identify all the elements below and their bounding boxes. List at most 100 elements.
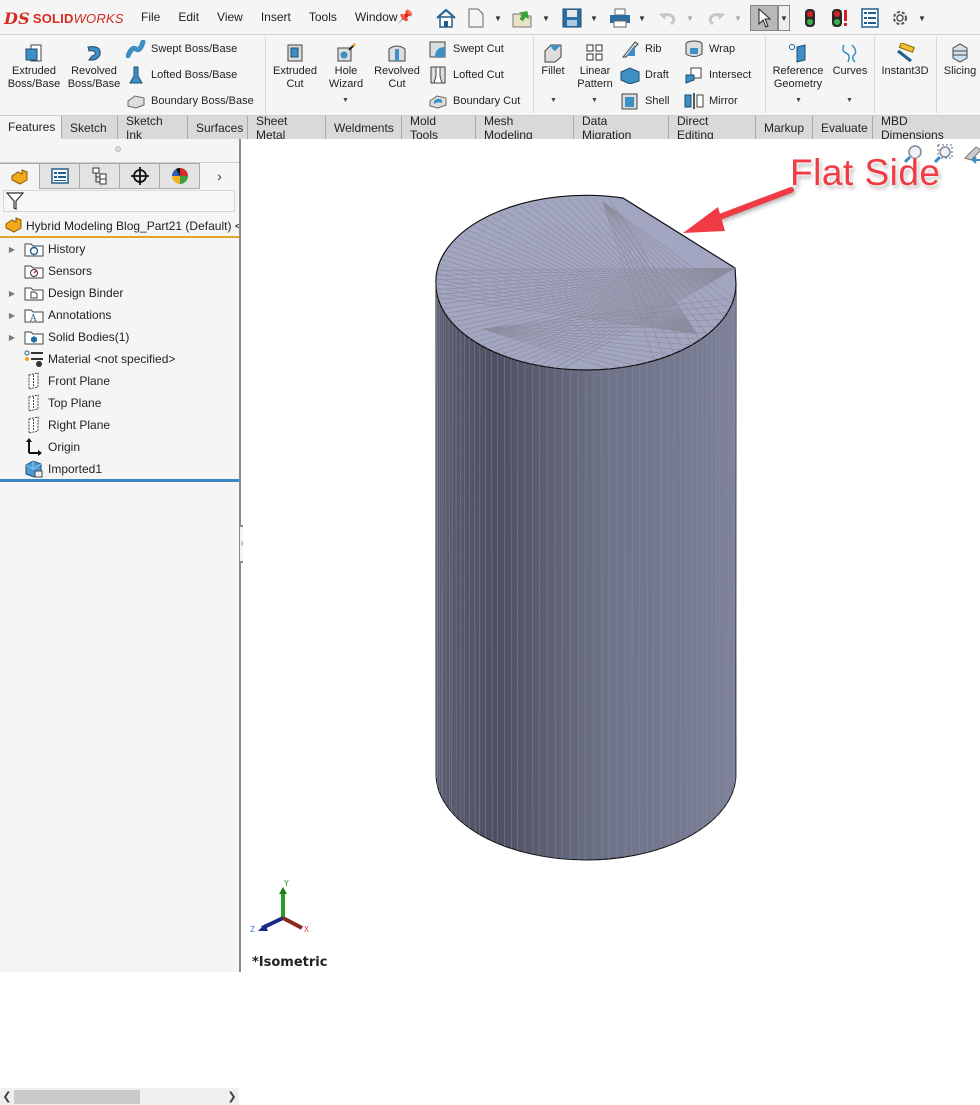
options-gear-icon[interactable] bbox=[886, 5, 914, 31]
scroll-thumb[interactable] bbox=[14, 1089, 140, 1104]
new-document-icon[interactable] bbox=[462, 5, 490, 31]
slicing-button[interactable]: Slicing bbox=[940, 41, 980, 78]
fillet-button[interactable]: Fillet bbox=[537, 41, 569, 78]
tree-item-origin[interactable]: Origin bbox=[0, 436, 239, 458]
boundary-boss-base-button[interactable]: Boundary Boss/Base bbox=[126, 91, 254, 111]
select-dropdown-arrow[interactable]: ▼ bbox=[778, 5, 790, 31]
tree-item-solid-bodies-1[interactable]: ▶ Solid Bodies(1) bbox=[0, 326, 239, 348]
tree-item-sensors[interactable]: Sensors bbox=[0, 260, 239, 282]
tab-sketch[interactable]: Sketch bbox=[62, 116, 118, 139]
options-dropdown-arrow[interactable]: ▼ bbox=[916, 14, 928, 23]
rebuild-icon[interactable] bbox=[796, 5, 824, 31]
fillet-dropdown-arrow[interactable]: ▼ bbox=[550, 97, 557, 104]
tree-filter-input[interactable] bbox=[3, 190, 235, 212]
expand-arrow-icon[interactable]: ▶ bbox=[0, 333, 24, 342]
tab-features[interactable]: Features bbox=[0, 116, 62, 139]
open-icon[interactable] bbox=[510, 5, 538, 31]
revolved-cut-button[interactable]: Revolved Cut bbox=[372, 41, 422, 91]
tree-item-annotations[interactable]: ▶ A Annotations bbox=[0, 304, 239, 326]
revolved-boss-base-button[interactable]: Revolved Boss/Base bbox=[68, 41, 120, 91]
lofted-boss-base-button[interactable]: Lofted Boss/Base bbox=[126, 65, 237, 85]
flat-top-face[interactable] bbox=[435, 194, 737, 371]
linear-pattern-button[interactable]: Linear Pattern bbox=[573, 41, 617, 91]
tab-mold-tools[interactable]: Mold Tools bbox=[402, 114, 476, 142]
tab-weldments[interactable]: Weldments bbox=[326, 116, 402, 139]
rollback-bar[interactable] bbox=[0, 479, 239, 482]
horizontal-scrollbar[interactable]: ❮ ❯ bbox=[0, 1088, 239, 1105]
panel-grip-handle[interactable] bbox=[115, 146, 121, 152]
menu-file[interactable]: File bbox=[141, 10, 160, 24]
tree-root-part[interactable]: Hybrid Modeling Blog_Part21 (Default) < bbox=[0, 216, 239, 238]
draft-button[interactable]: Draft bbox=[620, 65, 669, 85]
rebuild-all-icon[interactable] bbox=[826, 5, 854, 31]
swept-boss-base-button[interactable]: Swept Boss/Base bbox=[126, 39, 237, 59]
expand-arrow-icon[interactable]: ▶ bbox=[0, 245, 24, 254]
chevron-right-icon[interactable]: › bbox=[200, 163, 239, 189]
redo-icon[interactable] bbox=[702, 5, 730, 31]
model-view[interactable] bbox=[243, 139, 980, 972]
shell-button[interactable]: Shell bbox=[620, 91, 669, 111]
save-icon[interactable] bbox=[558, 5, 586, 31]
tree-item-history[interactable]: ▶ History bbox=[0, 238, 239, 260]
feature-manager-tab[interactable] bbox=[0, 163, 40, 189]
wrap-button[interactable]: Wrap bbox=[684, 39, 735, 59]
graphics-viewport[interactable]: Y Z X *Isometric bbox=[243, 139, 980, 972]
previous-view-icon[interactable] bbox=[962, 144, 980, 164]
file-properties-icon[interactable] bbox=[856, 5, 884, 31]
home-icon[interactable] bbox=[432, 5, 460, 31]
rib-button[interactable]: Rib bbox=[620, 39, 662, 59]
pin-icon[interactable]: 📌 bbox=[397, 9, 413, 25]
display-manager-tab[interactable] bbox=[160, 163, 200, 189]
tab-sheet-metal[interactable]: Sheet Metal bbox=[248, 114, 326, 142]
menu-insert[interactable]: Insert bbox=[261, 10, 291, 24]
curves-button[interactable]: Curves bbox=[830, 41, 870, 78]
redo-dropdown-arrow[interactable]: ▼ bbox=[732, 14, 744, 23]
save-dropdown-arrow[interactable]: ▼ bbox=[588, 14, 600, 23]
tab-surfaces[interactable]: Surfaces bbox=[188, 116, 248, 139]
new-dropdown-arrow[interactable]: ▼ bbox=[492, 14, 504, 23]
tab-markup[interactable]: Markup bbox=[756, 116, 813, 139]
expand-arrow-icon[interactable]: ▶ bbox=[0, 311, 24, 320]
lofted-cut-button[interactable]: Lofted Cut bbox=[428, 65, 504, 85]
print-icon[interactable] bbox=[606, 5, 634, 31]
intersect-button[interactable]: Intersect bbox=[684, 65, 751, 85]
tab-direct-editing[interactable]: Direct Editing bbox=[669, 114, 756, 142]
tab-evaluate[interactable]: Evaluate bbox=[813, 116, 873, 139]
dimxpert-manager-tab[interactable] bbox=[120, 163, 160, 189]
swept-cut-button[interactable]: Swept Cut bbox=[428, 39, 504, 59]
scroll-left-icon[interactable]: ❮ bbox=[0, 1090, 14, 1103]
expand-arrow-icon[interactable]: ▶ bbox=[0, 289, 24, 298]
tree-item-design-binder[interactable]: ▶ Design Binder bbox=[0, 282, 239, 304]
tab-sketch-ink[interactable]: Sketch Ink bbox=[118, 114, 188, 142]
configuration-manager-tab[interactable] bbox=[80, 163, 120, 189]
menu-window[interactable]: Window bbox=[355, 10, 398, 24]
scroll-right-icon[interactable]: ❯ bbox=[225, 1090, 239, 1103]
reference-geometry-dropdown-arrow[interactable]: ▼ bbox=[795, 97, 802, 104]
tab-data-migration[interactable]: Data Migration bbox=[574, 114, 669, 142]
hole-wizard-dropdown-arrow[interactable]: ▼ bbox=[342, 97, 349, 104]
tree-item-front-plane[interactable]: Front Plane bbox=[0, 370, 239, 392]
tree-item-right-plane[interactable]: Right Plane bbox=[0, 414, 239, 436]
menu-edit[interactable]: Edit bbox=[178, 10, 199, 24]
mirror-button[interactable]: Mirror bbox=[684, 91, 738, 111]
tree-item-top-plane[interactable]: Top Plane bbox=[0, 392, 239, 414]
tree-item-material-not-specified[interactable]: Material <not specified> bbox=[0, 348, 239, 370]
extruded-cut-button[interactable]: Extruded Cut bbox=[270, 41, 320, 91]
reference-geometry-button[interactable]: Reference Geometry bbox=[770, 41, 826, 91]
menu-tools[interactable]: Tools bbox=[309, 10, 337, 24]
undo-dropdown-arrow[interactable]: ▼ bbox=[684, 14, 696, 23]
extruded-boss-base-button[interactable]: Extruded Boss/Base bbox=[8, 41, 60, 91]
tree-item-imported1[interactable]: Imported1 bbox=[0, 458, 239, 480]
undo-icon[interactable] bbox=[654, 5, 682, 31]
curves-dropdown-arrow[interactable]: ▼ bbox=[846, 97, 853, 104]
print-dropdown-arrow[interactable]: ▼ bbox=[636, 14, 648, 23]
select-cursor-icon[interactable] bbox=[750, 5, 778, 31]
tab-mesh-modeling[interactable]: Mesh Modeling bbox=[476, 114, 574, 142]
boundary-cut-button[interactable]: Boundary Cut bbox=[428, 91, 520, 111]
hole-wizard-button[interactable]: Hole Wizard bbox=[322, 41, 370, 91]
menu-view[interactable]: View bbox=[217, 10, 243, 24]
linear-pattern-dropdown-arrow[interactable]: ▼ bbox=[591, 97, 598, 104]
open-dropdown-arrow[interactable]: ▼ bbox=[540, 14, 552, 23]
solidworks-logo[interactable]: DS SOLID WORKS bbox=[4, 8, 124, 28]
tab-mbd-dimensions[interactable]: MBD Dimensions bbox=[873, 114, 980, 142]
